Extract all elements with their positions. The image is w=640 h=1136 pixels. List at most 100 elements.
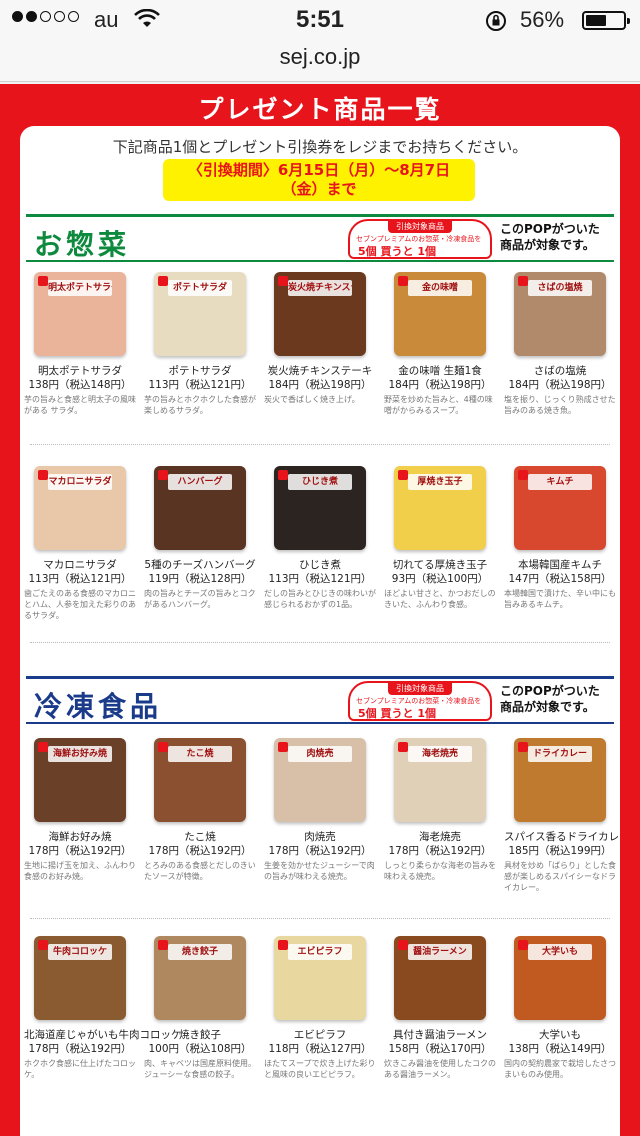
seven-eleven-logo-icon xyxy=(398,940,408,950)
url-domain: sej.co.jp xyxy=(279,44,361,69)
product-description: ほどよい甘さと、かつおだしのきいた、ふんわり食感。 xyxy=(384,589,496,609)
section-divider xyxy=(30,444,610,445)
product-photo: 明太ポテトサラダ xyxy=(34,272,126,356)
seven-eleven-logo-icon xyxy=(518,470,528,480)
product-description: 炊きこみ醤油を使用したコクのある醤油ラーメン。 xyxy=(384,1059,496,1079)
product-photo: たこ焼 xyxy=(154,738,246,822)
product-item[interactable]: 厚焼き玉子 切れてる厚焼き玉子 93円（税込100円） ほどよい甘さと、かつおだ… xyxy=(380,466,500,621)
product-name: 北海道産じゃがいも牛肉コロッケ xyxy=(24,1029,182,1041)
seven-eleven-logo-icon xyxy=(398,276,408,286)
product-item[interactable]: ハンバーグ 5種のチーズハンバーグ 119円（税込128円） 肉の旨みとチーズの… xyxy=(140,466,260,621)
product-item[interactable]: たこ焼 たこ焼 178円（税込192円） とろみのある食感とだしのきいたソースが… xyxy=(140,738,260,893)
product-price: 178円（税込192円） xyxy=(388,845,492,857)
seven-eleven-logo-icon xyxy=(398,742,408,752)
product-name: 具付き醤油ラーメン xyxy=(392,1029,488,1041)
package-label: 金の味噌 xyxy=(408,280,472,296)
product-name: 明太ポテトサラダ xyxy=(38,365,122,377)
product-photo: 焼き餃子 xyxy=(154,936,246,1020)
section-header: 冷凍食品 引換対象商品 セブンプレミアムのお惣菜・冷凍食品を 5個 買うと 1個… xyxy=(26,676,614,724)
product-item[interactable]: エビピラフ エビピラフ 118円（税込127円） ほたてスープで炊き上げた彩りと… xyxy=(260,936,380,1091)
product-price: 100円（税込108円） xyxy=(148,1043,252,1055)
period-line-2: （金）まで xyxy=(281,180,357,198)
content-panel: 下記商品1個とプレゼント引換券をレジまでお持ちください。 〈引換期間〉6月15日… xyxy=(20,126,620,1136)
package-label: 醤油ラーメン xyxy=(408,944,472,960)
product-name: 本場韓国産キムチ xyxy=(518,559,602,571)
product-item[interactable]: 金の味噌 金の味噌 生麺1食 184円（税込198円） 野菜を炒めた旨みと、4種… xyxy=(380,272,500,427)
product-description: ほたてスープで炊き上げた彩りと風味の良いエビピラフ。 xyxy=(264,1059,376,1079)
page-title: プレゼント商品一覧 xyxy=(198,95,442,124)
product-photo: マカロニサラダ xyxy=(34,466,126,550)
product-description: 生地に揚げ玉を加え、ふんわり食感のお好み焼。 xyxy=(24,861,136,881)
product-price: 113円（税込121円） xyxy=(28,573,132,585)
section-divider xyxy=(30,642,610,643)
seven-eleven-logo-icon xyxy=(38,276,48,286)
product-name: 切れてる厚焼き玉子 xyxy=(392,559,488,571)
package-label: 明太ポテトサラダ xyxy=(48,280,112,296)
product-item[interactable]: 醤油ラーメン 具付き醤油ラーメン 158円（税込170円） 炊きこみ醤油を使用し… xyxy=(380,936,500,1091)
product-photo: 牛肉コロッケ xyxy=(34,936,126,1020)
intro-text: 下記商品1個とプレゼント引換券をレジまでお持ちください。 xyxy=(112,138,528,156)
product-item[interactable]: 肉焼売 肉焼売 178円（税込192円） 生姜を効かせたジューシーで肉の旨みが味… xyxy=(260,738,380,893)
product-name: 炭火焼チキンステーキ xyxy=(267,365,373,377)
product-row: 牛肉コロッケ 北海道産じゃがいも牛肉コロッケ 178円（税込192円） ホクホク… xyxy=(20,936,620,1091)
pop-badge: 引換対象商品 セブンプレミアムのお惣菜・冷凍食品を 5個 買うと 1個 xyxy=(348,681,492,721)
package-label: 炭火焼チキンステーキ xyxy=(288,280,352,296)
product-item[interactable]: 大学いも 大学いも 138円（税込149円） 国内の契約農家で栽培したさつまいも… xyxy=(500,936,620,1091)
status-bar: au 5:51 56% xyxy=(0,0,640,40)
pop-badge-offer: 5個 買うと 1個 xyxy=(358,245,436,258)
product-item[interactable]: マカロニサラダ マカロニサラダ 113円（税込121円） 歯ごたえのある食感のマ… xyxy=(20,466,140,621)
product-price: 93円（税込100円） xyxy=(391,573,489,585)
product-photo: 大学いも xyxy=(514,936,606,1020)
product-name: スパイス香るドライカレー xyxy=(504,831,620,843)
battery-icon xyxy=(582,11,630,30)
period-line-1: 〈引換期間〉6月15日（月）〜8月7日 xyxy=(187,161,451,179)
product-item[interactable]: ドライカレー スパイス香るドライカレー 185円（税込199円） 具材を炒め「ば… xyxy=(500,738,620,893)
package-label: 肉焼売 xyxy=(288,746,352,762)
product-price: 184円（税込198円） xyxy=(268,379,372,391)
product-photo: 海老焼売 xyxy=(394,738,486,822)
pop-note-line-1: このPOPがついた xyxy=(500,222,600,236)
product-item[interactable]: 炭火焼チキンステーキ 炭火焼チキンステーキ 184円（税込198円） 炭火で香ば… xyxy=(260,272,380,427)
product-name: ポテトサラダ xyxy=(168,365,232,377)
product-name: 焼き餃子 xyxy=(179,1029,221,1041)
product-photo: 醤油ラーメン xyxy=(394,936,486,1020)
product-price: 118円（税込127円） xyxy=(268,1043,372,1055)
seven-eleven-logo-icon xyxy=(278,742,288,752)
package-label: ハンバーグ xyxy=(168,474,232,490)
product-item[interactable]: 明太ポテトサラダ 明太ポテトサラダ 138円（税込148円） 芋の旨みと食感と明… xyxy=(20,272,140,427)
product-description: ホクホク食感に仕上げたコロッケ。 xyxy=(24,1059,136,1079)
seven-eleven-logo-icon xyxy=(38,742,48,752)
product-description: 具材を炒め「ばらり」とした食感が楽しめるスパイシーなドライカレー。 xyxy=(504,861,616,892)
product-description: しっとり柔らかな海老の旨みを味わえる焼売。 xyxy=(384,861,496,881)
product-description: 歯ごたえのある食感のマカロニとハム、人参を加えた彩りのあるサラダ。 xyxy=(24,589,136,620)
product-name: 大学いも xyxy=(539,1029,581,1041)
product-item[interactable]: 海老焼売 海老焼売 178円（税込192円） しっとり柔らかな海老の旨みを味わえ… xyxy=(380,738,500,893)
product-item[interactable]: さばの塩焼 さばの塩焼 184円（税込198円） 塩を振り、じっくり熟成させた旨… xyxy=(500,272,620,427)
product-row: 明太ポテトサラダ 明太ポテトサラダ 138円（税込148円） 芋の旨みと食感と明… xyxy=(20,272,620,427)
product-item[interactable]: ひじき煮 ひじき煮 113円（税込121円） だしの旨みとひじきの味わいが感じら… xyxy=(260,466,380,621)
product-description: 本場韓国で漬けた、辛い中にも旨みあるキムチ。 xyxy=(504,589,616,609)
product-item[interactable]: 牛肉コロッケ 北海道産じゃがいも牛肉コロッケ 178円（税込192円） ホクホク… xyxy=(20,936,182,1091)
product-row: 海鮮お好み焼 海鮮お好み焼 178円（税込192円） 生地に揚げ玉を加え、ふんわ… xyxy=(20,738,620,893)
package-label: 焼き餃子 xyxy=(168,944,232,960)
product-item[interactable]: 海鮮お好み焼 海鮮お好み焼 178円（税込192円） 生地に揚げ玉を加え、ふんわ… xyxy=(20,738,140,893)
package-label: マカロニサラダ xyxy=(48,474,112,490)
exchange-period-banner: 〈引換期間〉6月15日（月）〜8月7日 （金）まで xyxy=(163,159,475,201)
package-label: エビピラフ xyxy=(288,944,352,960)
product-price: 119円（税込128円） xyxy=(148,573,252,585)
package-label: キムチ xyxy=(528,474,592,490)
product-name: マカロニサラダ xyxy=(43,559,117,571)
pop-note: このPOPがついた 商品が対象です。 xyxy=(500,221,600,253)
product-description: 野菜を炒めた旨みと、4種の味噌がからみるスープ。 xyxy=(384,395,493,415)
package-label: ひじき煮 xyxy=(288,474,352,490)
product-item[interactable]: 焼き餃子 焼き餃子 100円（税込108円） 肉、キャベツは国産原料使用。ジュー… xyxy=(140,936,260,1091)
product-description: だしの旨みとひじきの味わいが感じられるおかずの1品。 xyxy=(264,589,376,609)
product-photo: ひじき煮 xyxy=(274,466,366,550)
product-item[interactable]: ポテトサラダ ポテトサラダ 113円（税込121円） 芋の旨みとホクホクした食感… xyxy=(140,272,260,427)
product-name: ひじき煮 xyxy=(299,559,341,571)
address-bar[interactable]: sej.co.jp xyxy=(0,40,640,82)
package-label: ポテトサラダ xyxy=(168,280,232,296)
product-item[interactable]: キムチ 本場韓国産キムチ 147円（税込158円） 本場韓国で漬けた、辛い中にも… xyxy=(500,466,620,621)
seven-eleven-logo-icon xyxy=(518,940,528,950)
seven-eleven-logo-icon xyxy=(278,470,288,480)
